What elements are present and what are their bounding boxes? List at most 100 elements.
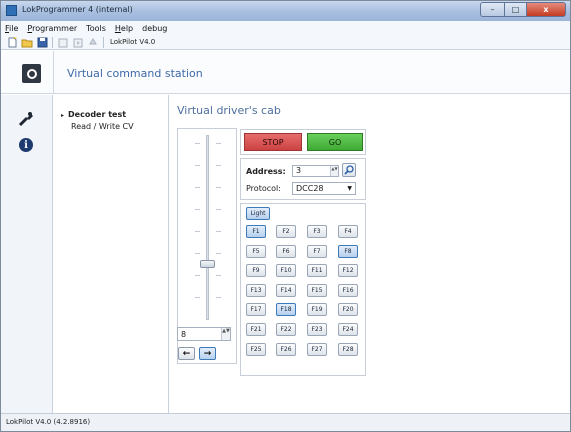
function-button-f20[interactable]: F20 [338,303,358,316]
save-icon[interactable] [36,37,48,48]
address-label: Address: [246,167,286,176]
go-button[interactable]: GO [307,133,363,151]
app-icon [6,5,17,16]
menu-help[interactable]: Help [115,24,133,33]
command-station-icon [22,64,41,83]
nav-tree: ▸ Decoder test Read / Write CV [54,95,169,413]
function-button-f19[interactable]: F19 [307,303,327,316]
function-button-f11[interactable]: F11 [307,264,327,277]
function-button-f4[interactable]: F4 [338,225,358,238]
page-header: Virtual command station [1,51,570,94]
function-button-f5[interactable]: F5 [246,245,266,258]
speed-slider-track[interactable] [206,135,209,320]
menu-debug-label: debug [142,23,168,33]
function-button-f15[interactable]: F15 [307,284,327,297]
function-button-f16[interactable]: F16 [338,284,358,297]
slider-tick [195,275,200,276]
function-button-f10[interactable]: F10 [276,264,296,277]
menu-file-label: ile [9,23,19,33]
function-button-f12[interactable]: F12 [338,264,358,277]
slider-tick [216,143,221,144]
function-button-f1[interactable]: F1 [246,225,266,238]
toolbar: LokPilot V4.0 [1,35,570,50]
function-panel: Light F1 F2 F3 F4 F5 F6 F7 F8 F9 F10 F11 F12 F13 F14 F… [240,203,366,376]
menu-file[interactable]: File [5,24,18,33]
info-icon[interactable]: i [12,133,40,157]
function-button-f14[interactable]: F14 [276,284,296,297]
direction-forward-button[interactable]: → [199,347,216,360]
nav-item-read-write-cv[interactable]: Read / Write CV [71,122,134,131]
driver-cab-panel: Virtual driver's cab 8 ▲▼ ← → STOP GO Ad… [170,95,570,413]
function-button-f21[interactable]: F21 [246,323,266,336]
speed-slider-thumb[interactable] [200,260,215,268]
direction-reverse-button[interactable]: ← [178,347,195,360]
speed-stepper[interactable]: 8 ▲▼ [177,327,231,341]
speed-panel: 8 ▲▼ ← → [177,128,237,364]
status-bar: LokPilot V4.0 (4.2.8916) [1,413,570,431]
menu-programmer[interactable]: Programmer [27,24,77,33]
function-button-f3[interactable]: F3 [307,225,327,238]
slider-tick [195,209,200,210]
search-icon[interactable] [342,163,356,177]
cab-title: Virtual driver's cab [177,104,281,117]
address-value: 3 [296,166,302,175]
write-icon[interactable] [72,37,84,48]
menu-help-label: elp [120,23,134,33]
stop-go-panel: STOP GO [240,129,366,155]
function-button-f13[interactable]: F13 [246,284,266,297]
new-icon[interactable] [6,36,18,48]
decoder-type-label: LokPilot V4.0 [110,38,156,46]
status-text: LokPilot V4.0 (4.2.8916) [6,418,91,426]
slider-tick [216,297,221,298]
speed-spin-buttons[interactable]: ▲▼ [221,328,230,340]
address-spin-buttons[interactable]: ▲▼ [330,166,338,176]
function-button-f22[interactable]: F22 [276,323,296,336]
reset-icon[interactable] [87,37,99,48]
menu-tools-label: Tools [86,23,106,33]
function-button-f27[interactable]: F27 [307,343,327,356]
nav-item-label: Read / Write CV [71,122,134,131]
stop-button[interactable]: STOP [244,133,302,151]
function-button-f17[interactable]: F17 [246,303,266,316]
open-icon[interactable] [21,37,33,48]
function-button-f28[interactable]: F28 [338,343,358,356]
address-panel: Address: 3 ▲▼ Protocol: DCC28 ▼ [240,158,366,200]
slider-tick [216,231,221,232]
function-button-f24[interactable]: F24 [338,323,358,336]
function-button-f9[interactable]: F9 [246,264,266,277]
function-button-f18[interactable]: F18 [276,303,296,316]
menu-bar: File Programmer Tools Help debug [1,21,570,35]
menu-tools[interactable]: Tools [86,24,106,33]
menu-programmer-label: rogrammer [32,23,78,33]
slider-tick [216,209,221,210]
function-button-f6[interactable]: F6 [276,245,296,258]
function-button-f7[interactable]: F7 [307,245,327,258]
page-title: Virtual command station [67,67,203,80]
protocol-label: Protocol: [246,184,281,193]
window-controls: – □ x [480,2,566,18]
nav-item-decoder-test[interactable]: ▸ Decoder test [61,110,126,119]
speed-value: 8 [181,330,187,339]
menu-debug[interactable]: debug [142,24,167,33]
toolbar-separator [52,36,53,48]
protocol-select[interactable]: DCC28 ▼ [292,182,356,195]
function-button-f23[interactable]: F23 [307,323,327,336]
function-button-f25[interactable]: F25 [246,343,266,356]
close-button[interactable]: x [526,2,566,17]
read-icon[interactable] [57,37,69,48]
slider-tick [195,297,200,298]
light-button[interactable]: Light [246,207,270,220]
minimize-button[interactable]: – [480,2,504,17]
address-field[interactable]: 3 ▲▼ [292,165,339,177]
header-divider [53,51,54,94]
slider-tick [195,143,200,144]
nav-bullet: ▸ [61,112,65,119]
function-button-f2[interactable]: F2 [276,225,296,238]
tools-icon[interactable] [12,107,40,131]
title-bar: LokProgrammer 4 (internal) – □ x [1,1,570,21]
function-button-f26[interactable]: F26 [276,343,296,356]
slider-tick [216,187,221,188]
maximize-button[interactable]: □ [504,2,526,17]
slider-tick [216,275,221,276]
function-button-f8[interactable]: F8 [338,245,358,258]
